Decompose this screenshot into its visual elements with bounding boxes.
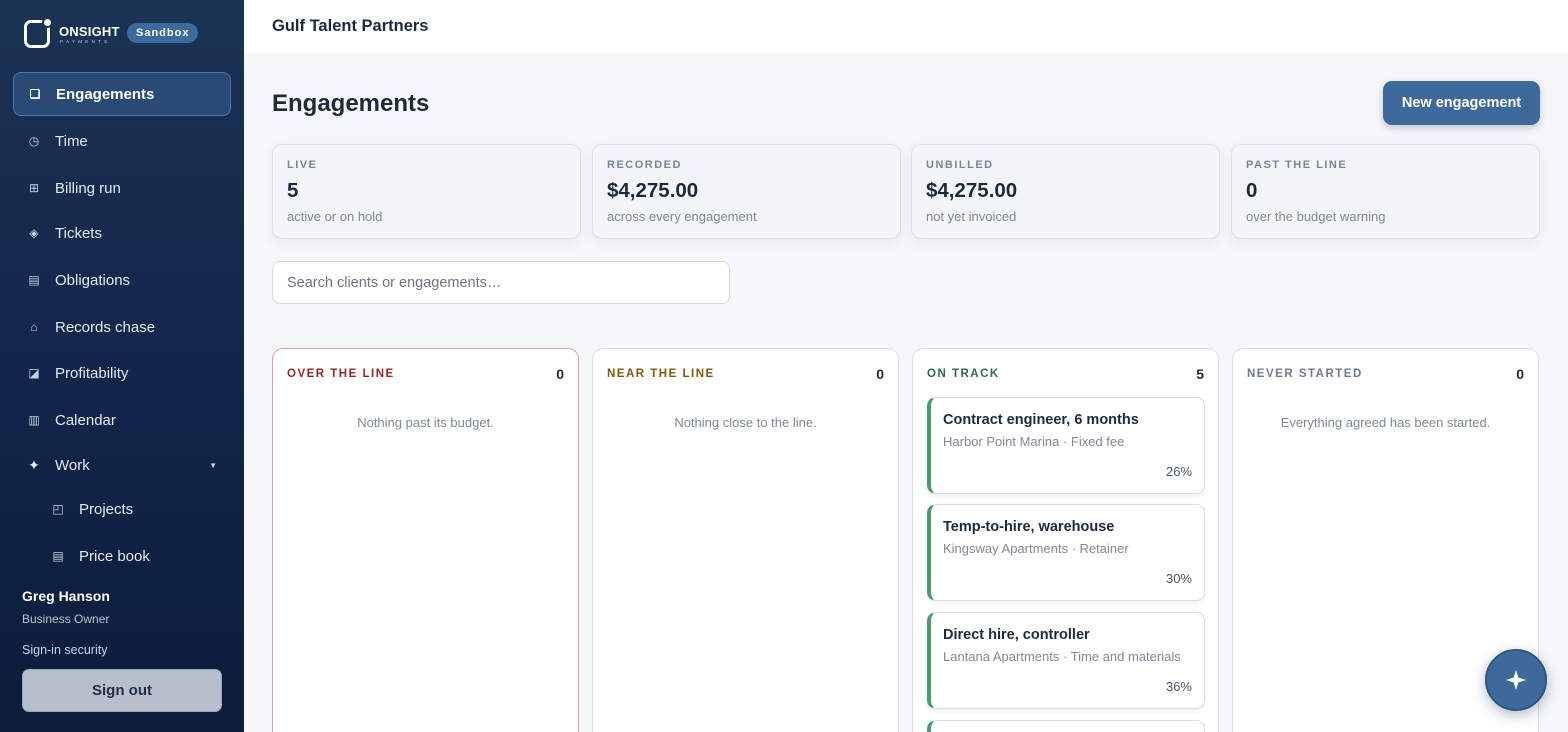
stat-subtitle: active or on hold xyxy=(287,209,383,224)
stat-card-recorded: RECORDED $4,275.00 across every engageme… xyxy=(592,144,901,239)
sidebar-item-label: Calendar xyxy=(55,411,116,429)
sidebar-item-label: Records chase xyxy=(55,318,156,336)
square-icon: ❏ xyxy=(29,87,41,101)
sign-in-security-link[interactable]: Sign-in security xyxy=(22,643,107,657)
stat-card-past-the-line: PAST THE LINE 0 over the budget warning xyxy=(1231,144,1540,239)
list-icon: ▤ xyxy=(28,273,40,287)
top-bar: Gulf Talent Partners xyxy=(244,0,1568,53)
stat-label: RECORDED xyxy=(607,159,682,171)
sidebar-item-label: Engagements xyxy=(56,85,155,103)
sign-out-button[interactable]: Sign out xyxy=(22,669,222,712)
stat-subtitle: over the budget warning xyxy=(1246,209,1386,224)
stat-subtitle: across every engagement xyxy=(607,209,757,224)
search-input[interactable] xyxy=(272,261,730,304)
column-count: 5 xyxy=(1196,366,1204,382)
engagement-budget-percent: 30% xyxy=(1165,571,1192,586)
stat-label: UNBILLED xyxy=(926,159,994,171)
brand[interactable]: ONSIGHT PAYMENTS Sandbox xyxy=(22,17,232,50)
sidebar-item-work[interactable]: ✦ Work ▼ xyxy=(13,443,231,487)
user-role: Business Owner xyxy=(22,612,110,626)
engagement-client: Kingsway Apartments · Retainer xyxy=(943,541,1129,556)
house-icon: ⌂ xyxy=(30,320,38,334)
user-name: Greg Hanson xyxy=(22,588,110,604)
clock-icon: ◷ xyxy=(28,134,40,148)
sidebar-item-label: Projects xyxy=(79,500,134,518)
stat-label: LIVE xyxy=(287,159,318,171)
sidebar-item-label: Time xyxy=(55,132,88,150)
sparkle-icon xyxy=(1505,669,1527,691)
column-count: 0 xyxy=(556,366,564,382)
chart-icon: ◪ xyxy=(28,366,40,380)
stat-value: $4,275.00 xyxy=(607,179,699,202)
sidebar-item-obligations[interactable]: ▤ Obligations xyxy=(13,258,231,302)
stat-value: $4,275.00 xyxy=(926,179,1018,202)
column-count: 0 xyxy=(1516,366,1524,382)
column-on-track: ON TRACK 5 Contract engineer, 6 months H… xyxy=(912,348,1219,732)
page-title: Engagements xyxy=(272,90,430,117)
column-empty-message: Everything agreed has been started. xyxy=(1280,415,1491,430)
sidebar: ONSIGHT PAYMENTS Sandbox ❏ Engagements ◷… xyxy=(0,0,244,732)
sidebar-item-label: Billing run xyxy=(55,179,121,197)
column-count: 0 xyxy=(876,366,884,382)
environment-badge: Sandbox xyxy=(127,23,199,43)
engagement-budget-percent: 36% xyxy=(1165,679,1192,694)
sidebar-item-profitability[interactable]: ◪ Profitability xyxy=(13,351,231,395)
column-over-the-line: OVER THE LINE 0 Nothing past its budget. xyxy=(272,348,579,732)
engagement-budget-percent: 26% xyxy=(1165,464,1192,479)
stat-card-live: LIVE 5 active or on hold xyxy=(272,144,581,239)
organization-name: Gulf Talent Partners xyxy=(272,17,429,35)
column-empty-message: Nothing close to the line. xyxy=(674,415,817,430)
engagement-title: Direct hire, controller xyxy=(943,627,1090,643)
sidebar-item-label: Tickets xyxy=(55,224,102,242)
stat-value: 5 xyxy=(287,179,299,202)
new-engagement-button[interactable]: New engagement xyxy=(1383,81,1540,125)
sidebar-item-time[interactable]: ◷ Time xyxy=(13,119,231,163)
stat-label: PAST THE LINE xyxy=(1246,159,1348,171)
column-title: ON TRACK xyxy=(927,368,1000,380)
assistant-button[interactable] xyxy=(1485,649,1547,711)
diamond-icon: ◈ xyxy=(29,226,39,240)
column-title: NEAR THE LINE xyxy=(607,368,715,380)
sidebar-item-price-book[interactable]: ▤ Price book xyxy=(37,534,231,578)
sidebar-item-calendar[interactable]: ▥ Calendar xyxy=(13,398,231,442)
column-empty-message: Nothing past its budget. xyxy=(357,415,494,430)
sparkle-icon: ✦ xyxy=(28,456,40,473)
chevron-down-icon: ▼ xyxy=(209,460,217,470)
column-near-the-line: NEAR THE LINE 0 Nothing close to the lin… xyxy=(592,348,899,732)
sidebar-item-label: Obligations xyxy=(55,271,131,289)
onsight-logo-icon xyxy=(24,17,53,48)
sidebar-item-tickets[interactable]: ◈ Tickets xyxy=(13,211,231,255)
sidebar-item-label: Price book xyxy=(79,547,150,565)
sidebar-item-label: Work xyxy=(55,456,90,474)
engagement-title: Temp-to-hire, warehouse xyxy=(943,519,1115,535)
engagement-card[interactable]: Temp-to-hire, warehouse Kingsway Apartme… xyxy=(927,504,1205,601)
engagement-card[interactable] xyxy=(927,720,1205,732)
engagement-client: Lantana Apartments · Time and materials xyxy=(943,649,1181,664)
sidebar-item-label: Profitability xyxy=(55,364,129,382)
stat-card-unbilled: UNBILLED $4,275.00 not yet invoiced xyxy=(911,144,1220,239)
folder-icon: ◰ xyxy=(52,502,64,516)
stat-value: 0 xyxy=(1246,179,1258,202)
grid-icon: ⊞ xyxy=(28,181,40,195)
sidebar-item-billing-run[interactable]: ⊞ Billing run xyxy=(13,166,231,210)
brand-name: ONSIGHT xyxy=(59,24,120,39)
calendar-icon: ▥ xyxy=(28,413,40,427)
engagement-title: Contract engineer, 6 months xyxy=(943,412,1139,428)
engagement-client: Harbor Point Marina · Fixed fee xyxy=(943,434,1125,449)
stat-subtitle: not yet invoiced xyxy=(926,209,1017,224)
column-title: NEVER STARTED xyxy=(1247,368,1363,380)
engagement-card[interactable]: Direct hire, controller Lantana Apartmen… xyxy=(927,612,1205,709)
sidebar-item-projects[interactable]: ◰ Projects xyxy=(37,487,231,531)
sidebar-item-records-chase[interactable]: ⌂ Records chase xyxy=(13,305,231,349)
sidebar-item-engagements[interactable]: ❏ Engagements xyxy=(13,72,231,116)
column-title: OVER THE LINE xyxy=(287,368,395,380)
book-icon: ▤ xyxy=(52,549,64,563)
engagement-card[interactable]: Contract engineer, 6 months Harbor Point… xyxy=(927,397,1205,494)
brand-subtitle: PAYMENTS xyxy=(60,39,111,44)
